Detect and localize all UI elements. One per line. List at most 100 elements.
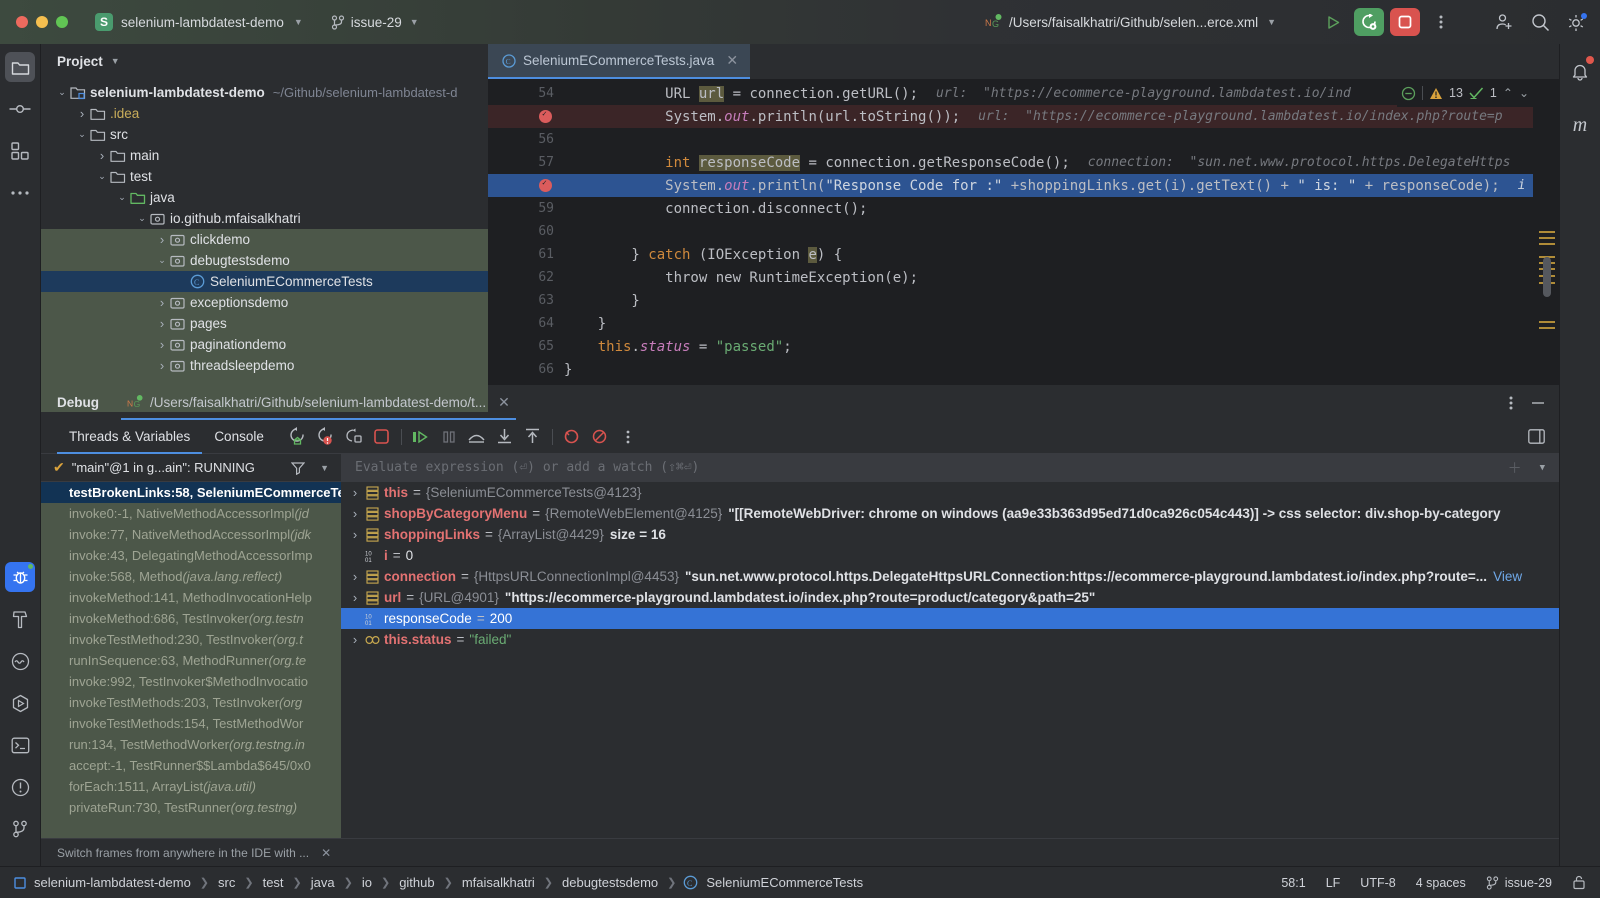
gutter-breakpoint-row[interactable] <box>488 174 564 197</box>
frame-item[interactable]: invokeMethod:141, MethodInvocationHelp <box>41 587 341 608</box>
tree-node[interactable]: ›main <box>41 145 488 166</box>
gutter-breakpoint-row[interactable] <box>488 105 564 128</box>
structure-tool-window-icon[interactable] <box>5 136 35 166</box>
step-into-icon[interactable] <box>491 424 519 450</box>
variable-row[interactable]: ›shoppingLinks={ArrayList@4429}size = 16 <box>341 524 1559 545</box>
project-tool-window-icon[interactable] <box>5 52 35 82</box>
chevron-down-icon[interactable]: ⌄ <box>115 192 129 203</box>
breadcrumb-item[interactable]: SeleniumECommerceTests <box>704 875 865 890</box>
frame-item[interactable]: invoke:43, DelegatingMethodAccessorImp <box>41 545 341 566</box>
stop-session-icon[interactable] <box>368 424 396 450</box>
maven-tool-window-icon[interactable]: m <box>1565 110 1595 140</box>
tree-node[interactable]: ›clickdemo <box>41 229 488 250</box>
run-button[interactable] <box>1318 8 1348 36</box>
frame-item[interactable]: invokeTestMethods:203, TestInvoker (org <box>41 692 341 713</box>
gutter-line-number[interactable]: 59 <box>488 197 564 220</box>
gutter-line-number[interactable]: 54 <box>488 82 564 105</box>
tree-node[interactable]: ›exceptionsdemo <box>41 292 488 313</box>
more-tool-windows-icon[interactable] <box>5 178 35 208</box>
code-line[interactable]: } <box>564 358 1559 381</box>
frame-item[interactable]: invoke:568, Method (java.lang.reflect) <box>41 566 341 587</box>
run-tool-window-icon[interactable] <box>5 688 35 718</box>
maximize-window-button[interactable] <box>56 16 68 28</box>
gutter-line-number[interactable]: 61 <box>488 243 564 266</box>
code-line[interactable]: this.status = "passed"; <box>564 335 1559 358</box>
breadcrumb[interactable]: selenium-lambdatest-demo❯src❯test❯java❯i… <box>14 875 865 890</box>
gutter-line-number[interactable]: 65 <box>488 335 564 358</box>
line-separator[interactable]: LF <box>1326 876 1341 890</box>
editor-gutter[interactable]: 5456575960616263646566 <box>488 79 564 384</box>
frame-item[interactable]: accept:-1, TestRunner$$Lambda$645/0x0 <box>41 755 341 776</box>
view-breakpoints-icon[interactable] <box>558 424 586 450</box>
caret-position[interactable]: 58:1 <box>1281 876 1305 890</box>
tree-node-selected[interactable]: CSeleniumECommerceTests <box>41 271 488 292</box>
chevron-right-icon[interactable]: › <box>155 358 169 373</box>
debug-tool-window-icon[interactable] <box>5 562 35 592</box>
chevron-down-icon[interactable]: ⌄ <box>75 129 89 140</box>
frame-item[interactable]: invokeTestMethods:154, TestMethodWor <box>41 713 341 734</box>
thread-selector[interactable]: ✔ "main"@1 in g...ain": RUNNING ▼ <box>41 459 341 476</box>
tree-node[interactable]: ›.idea <box>41 103 488 124</box>
indent-setting[interactable]: 4 spaces <box>1416 876 1466 890</box>
chevron-down-icon[interactable]: ⌄ <box>95 171 109 182</box>
project-tree[interactable]: ⌄selenium-lambdatest-demo~/Github/seleni… <box>41 78 488 376</box>
frame-item[interactable]: run:134, TestMethodWorker (org.testng.in <box>41 734 341 755</box>
code-lines[interactable]: URL url = connection.getURL();url: "http… <box>564 79 1559 384</box>
code-viewport[interactable]: 5456575960616263646566 URL url = connect… <box>488 79 1559 384</box>
frame-item[interactable]: runInSequence:63, MethodRunner (org.te <box>41 650 341 671</box>
chevron-right-icon[interactable]: › <box>155 337 169 352</box>
close-window-button[interactable] <box>16 16 28 28</box>
breadcrumb-item[interactable]: java <box>309 875 337 890</box>
close-icon[interactable]: ✕ <box>321 846 331 860</box>
frames-list[interactable]: testBrokenLinks:58, SeleniumECommerceTes… <box>41 482 341 838</box>
stop-debug-icon[interactable] <box>312 424 340 450</box>
breadcrumb-item[interactable]: github <box>397 875 436 890</box>
prev-problem-icon[interactable]: ⌃ <box>1503 86 1513 100</box>
gutter-line-number[interactable]: 66 <box>488 358 564 381</box>
tree-node[interactable]: ›pages <box>41 313 488 334</box>
run-configuration-selector[interactable]: NG /Users/faisalkhatri/Github/selen...er… <box>985 14 1276 31</box>
add-collaborator-icon[interactable] <box>1495 13 1514 32</box>
code-line[interactable]: System.out.println(url.toString());url: … <box>564 105 1559 128</box>
variables-tree[interactable]: ›this={SeleniumECommerceTests@4123} ›shop… <box>341 482 1559 838</box>
layout-settings-icon[interactable] <box>1528 429 1559 444</box>
terminal-output-icon[interactable] <box>5 646 35 676</box>
tree-node[interactable]: ⌄debugtestsdemo <box>41 250 488 271</box>
filter-icon[interactable] <box>291 461 305 475</box>
variable-row[interactable]: ›connection={HttpsURLConnectionImpl@4453… <box>341 566 1559 587</box>
tab-console[interactable]: Console <box>202 420 276 454</box>
more-debug-actions-icon[interactable] <box>614 424 642 450</box>
breakpoint-icon[interactable] <box>539 179 552 192</box>
mute-breakpoints-icon[interactable] <box>586 424 614 450</box>
branch-selector[interactable]: issue-29 ▼ <box>331 15 419 30</box>
frame-item[interactable]: invoke:77, NativeMethodAccessorImpl (jdk <box>41 524 341 545</box>
step-out-icon[interactable] <box>519 424 547 450</box>
variable-row[interactable]: ›this={SeleniumECommerceTests@4123} <box>341 482 1559 503</box>
tree-node[interactable]: ⌄selenium-lambdatest-demo~/Github/seleni… <box>41 82 488 103</box>
chevron-right-icon[interactable]: › <box>75 106 89 121</box>
breadcrumb-item[interactable]: src <box>216 875 237 890</box>
chevron-down-icon[interactable]: ⌄ <box>55 87 69 98</box>
frame-item[interactable]: invokeTestMethod:230, TestInvoker (org.t <box>41 629 341 650</box>
close-icon[interactable]: ✕ <box>726 52 738 69</box>
breadcrumb-item[interactable]: debugtestsdemo <box>560 875 660 890</box>
lock-icon[interactable] <box>1572 875 1586 890</box>
inspection-widget[interactable]: 13 1 ⌃ ⌄ <box>1397 79 1533 107</box>
gutter-line-number[interactable]: 63 <box>488 289 564 312</box>
close-icon[interactable]: ✕ <box>498 394 510 411</box>
variable-row-selected[interactable]: 1001responseCode=200 <box>341 608 1559 629</box>
smart-step-into-icon[interactable] <box>340 424 368 450</box>
chevron-right-icon[interactable]: › <box>347 569 363 584</box>
chevron-right-icon[interactable]: › <box>95 148 109 163</box>
commit-tool-window-icon[interactable] <box>5 94 35 124</box>
gutter-line-number[interactable]: 56 <box>488 128 564 151</box>
step-over-line-icon[interactable] <box>463 424 491 450</box>
breadcrumb-item[interactable]: mfaisalkhatri <box>460 875 537 890</box>
stop-button[interactable] <box>1390 8 1420 36</box>
pause-icon[interactable] <box>435 424 463 450</box>
code-line[interactable]: throw new RuntimeException(e); <box>564 266 1559 289</box>
tree-node[interactable]: ›paginationdemo <box>41 334 488 355</box>
chevron-right-icon[interactable]: › <box>155 295 169 310</box>
variable-row[interactable]: ›this.status="failed" <box>341 629 1559 650</box>
code-line[interactable]: } catch (IOException e) { <box>564 243 1559 266</box>
